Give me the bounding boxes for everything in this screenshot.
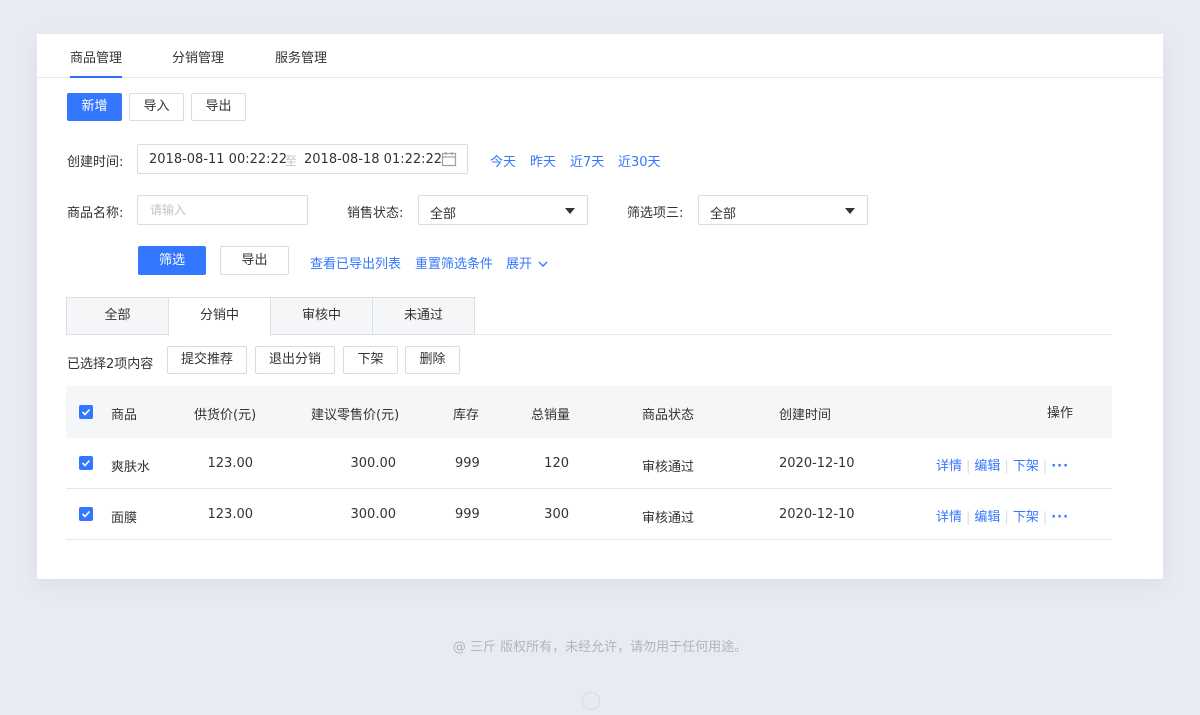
edit-link[interactable]: 编辑: [974, 510, 1000, 525]
sale-status-value: 全部: [430, 207, 457, 222]
chevron-down-icon: [538, 261, 548, 267]
caret-down-icon: [565, 208, 575, 214]
filter-button[interactable]: 筛选: [138, 246, 206, 275]
check-icon: [81, 408, 91, 416]
view-exported-link[interactable]: 查看已导出列表: [310, 253, 401, 272]
row-checkbox[interactable]: [79, 507, 93, 521]
tab-rejected[interactable]: 未通过: [372, 297, 475, 335]
take-down-link[interactable]: 下架: [1013, 459, 1039, 474]
col-product: 商品: [111, 408, 138, 423]
cell-sales: 120: [544, 456, 569, 471]
detail-link[interactable]: 详情: [936, 510, 962, 525]
quick-today[interactable]: 今天: [490, 151, 516, 170]
table-header: 商品 供货价(元) 建议零售价(元) 库存 总销量 商品状态 创建时间 操作: [66, 386, 1112, 438]
sale-status-select[interactable]: 全部: [418, 195, 588, 225]
col-actions: 操作: [1047, 406, 1074, 421]
caret-down-icon: [845, 208, 855, 214]
tab-all[interactable]: 全部: [66, 297, 169, 335]
take-down-link[interactable]: 下架: [1013, 510, 1039, 525]
filter-export-button[interactable]: 导出: [220, 246, 289, 275]
exit-distribution-button[interactable]: 退出分销: [255, 346, 335, 374]
col-total-sales: 总销量: [531, 408, 571, 423]
sale-status-label: 销售状态:: [347, 206, 404, 221]
more-icon[interactable]: ···: [1051, 510, 1069, 525]
col-stock: 库存: [453, 408, 480, 423]
submit-recommend-button[interactable]: 提交推荐: [167, 346, 247, 374]
cell-product-name: 爽肤水: [111, 460, 151, 475]
date-separator: 至: [285, 154, 298, 168]
filter3-label: 筛选项三:: [627, 206, 684, 221]
expand-label: 展开: [506, 257, 533, 272]
check-icon: [81, 459, 91, 467]
cell-supply-price: 123.00: [207, 456, 254, 471]
check-icon: [81, 510, 91, 518]
filter3-select[interactable]: 全部: [698, 195, 868, 225]
cell-created: 2020-12-10: [779, 456, 855, 471]
col-retail-price: 建议零售价(元): [311, 408, 400, 423]
row-checkbox[interactable]: [79, 456, 93, 470]
copyright-footer: @ 三斤 版权所有，未经允许，请勿用于任何用途。: [452, 640, 748, 655]
tab-distributing[interactable]: 分销中: [168, 297, 271, 336]
quick-yesterday[interactable]: 昨天: [530, 151, 556, 170]
selected-count: 已选择2项内容: [67, 357, 154, 372]
more-icon[interactable]: ···: [1051, 459, 1069, 474]
created-time-label: 创建时间:: [67, 155, 124, 170]
reset-filters-link[interactable]: 重置筛选条件: [415, 253, 493, 272]
col-supply-price: 供货价(元): [194, 408, 257, 423]
delete-button[interactable]: 删除: [405, 346, 460, 374]
cell-stock: 999: [455, 456, 480, 471]
col-created-time: 创建时间: [779, 408, 832, 423]
take-down-button[interactable]: 下架: [343, 346, 398, 374]
table-row: 爽肤水 123.00 300.00 999 120 审核通过 2020-12-1…: [66, 438, 1112, 489]
nav-tab-distribution-management[interactable]: 分销管理: [172, 47, 224, 66]
import-button[interactable]: 导入: [129, 93, 184, 121]
date-start: 2018-08-11 00:22:22: [149, 152, 288, 167]
row-actions: 详情 | 编辑 | 下架 | ···: [936, 510, 1070, 525]
cell-stock: 999: [455, 507, 480, 522]
col-product-status: 商品状态: [642, 408, 695, 423]
main-card: 商品管理 分销管理 服务管理 新增 导入 导出 创建时间: 2018-08-11…: [37, 34, 1163, 579]
cell-retail-price: 300.00: [350, 456, 397, 471]
tab-reviewing[interactable]: 审核中: [270, 297, 373, 335]
date-end: 2018-08-18 01:22:22: [304, 152, 443, 167]
nav-tab-product-management[interactable]: 商品管理: [70, 47, 123, 78]
cell-sales: 300: [544, 507, 569, 522]
expand-link[interactable]: 展开: [506, 253, 548, 272]
cell-retail-price: 300.00: [350, 507, 397, 522]
filter3-value: 全部: [710, 207, 737, 222]
watermark-logo-icon: [582, 692, 600, 710]
detail-link[interactable]: 详情: [936, 459, 962, 474]
cell-status: 审核通过: [642, 460, 695, 475]
product-name-label: 商品名称:: [67, 206, 124, 221]
edit-link[interactable]: 编辑: [974, 459, 1000, 474]
quick-7-days[interactable]: 近7天: [570, 151, 604, 170]
cell-product-name: 面膜: [111, 511, 138, 526]
cell-status: 审核通过: [642, 511, 695, 526]
status-tabs: 全部 分销中 审核中 未通过: [66, 297, 1112, 336]
export-button[interactable]: 导出: [191, 93, 246, 121]
top-nav: 商品管理 分销管理 服务管理: [37, 34, 1163, 78]
nav-tab-service-management[interactable]: 服务管理: [275, 47, 327, 66]
table-row: 面膜 123.00 300.00 999 300 审核通过 2020-12-10…: [66, 489, 1112, 540]
date-range-picker[interactable]: 2018-08-11 00:22:22 至 2018-08-18 01:22:2…: [137, 144, 468, 174]
cell-created: 2020-12-10: [779, 507, 855, 522]
row-actions: 详情 | 编辑 | 下架 | ···: [936, 459, 1070, 474]
cell-supply-price: 123.00: [207, 507, 254, 522]
add-button[interactable]: 新增: [67, 93, 122, 121]
select-all-checkbox[interactable]: [79, 405, 93, 419]
product-name-input[interactable]: [137, 195, 308, 225]
calendar-icon: [441, 152, 457, 167]
quick-30-days[interactable]: 近30天: [618, 151, 661, 170]
